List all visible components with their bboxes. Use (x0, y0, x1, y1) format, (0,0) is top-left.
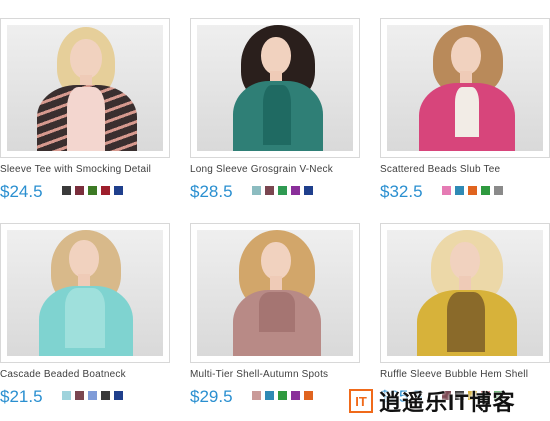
color-swatch[interactable] (75, 186, 84, 195)
color-swatch[interactable] (75, 391, 84, 400)
color-swatch[interactable] (101, 391, 110, 400)
color-swatches (62, 186, 127, 195)
product-card: Long Sleeve Grosgrain V-Neck $28.5 (190, 18, 370, 223)
color-swatch[interactable] (62, 391, 71, 400)
color-swatch[interactable] (265, 186, 274, 195)
product-image-link[interactable] (0, 223, 170, 363)
color-swatch[interactable] (291, 186, 300, 195)
watermark-text: 逍遥乐IT博客 (379, 390, 516, 415)
color-swatch[interactable] (101, 186, 110, 195)
product-image-link[interactable] (0, 18, 170, 158)
product-card: Scattered Beads Slub Tee $32.5 (380, 18, 550, 223)
color-swatches (62, 391, 127, 400)
color-swatch[interactable] (304, 391, 313, 400)
product-name-link[interactable]: Multi-Tier Shell-Autumn Spots (190, 369, 380, 380)
color-swatch[interactable] (291, 391, 300, 400)
color-swatch[interactable] (114, 391, 123, 400)
product-card: Cascade Beaded Boatneck $21.5 (0, 223, 180, 421)
product-photo (7, 230, 163, 356)
product-name-link[interactable]: Cascade Beaded Boatneck (0, 369, 190, 380)
color-swatch[interactable] (494, 186, 503, 195)
product-name-link[interactable]: Ruffle Sleeve Bubble Hem Shell (380, 369, 550, 380)
color-swatch[interactable] (278, 391, 287, 400)
color-swatch[interactable] (252, 391, 261, 400)
color-swatch[interactable] (481, 186, 490, 195)
product-price: $24.5 (0, 182, 43, 201)
product-price: $29.5 (190, 387, 233, 406)
color-swatch[interactable] (468, 186, 477, 195)
product-name-link[interactable]: Scattered Beads Slub Tee (380, 164, 550, 175)
product-card: Sleeve Tee with Smocking Detail $24.5 (0, 18, 180, 223)
product-photo (197, 230, 353, 356)
product-image-link[interactable] (380, 18, 550, 158)
color-swatch[interactable] (304, 186, 313, 195)
color-swatches (252, 391, 317, 400)
color-swatch[interactable] (88, 186, 97, 195)
color-swatch[interactable] (88, 391, 97, 400)
site-watermark: IT 逍遥乐IT博客 (349, 386, 516, 416)
color-swatch[interactable] (252, 186, 261, 195)
product-photo (387, 230, 543, 356)
color-swatches (442, 186, 507, 195)
color-swatch[interactable] (442, 186, 451, 195)
product-name-link[interactable]: Long Sleeve Grosgrain V-Neck (190, 164, 380, 175)
product-image-link[interactable] (190, 223, 360, 363)
product-price: $21.5 (0, 387, 43, 406)
color-swatch[interactable] (114, 186, 123, 195)
watermark-logo: IT (349, 389, 373, 413)
product-price: $32.5 (380, 182, 423, 201)
product-photo (7, 25, 163, 151)
product-name-link[interactable]: Sleeve Tee with Smocking Detail (0, 164, 190, 175)
product-photo (197, 25, 353, 151)
product-photo (387, 25, 543, 151)
color-swatch[interactable] (455, 186, 464, 195)
product-card: Multi-Tier Shell-Autumn Spots $29.5 (190, 223, 370, 421)
color-swatch[interactable] (62, 186, 71, 195)
product-price: $28.5 (190, 182, 233, 201)
color-swatches (252, 186, 317, 195)
product-image-link[interactable] (190, 18, 360, 158)
color-swatch[interactable] (265, 391, 274, 400)
color-swatch[interactable] (278, 186, 287, 195)
product-image-link[interactable] (380, 223, 550, 363)
